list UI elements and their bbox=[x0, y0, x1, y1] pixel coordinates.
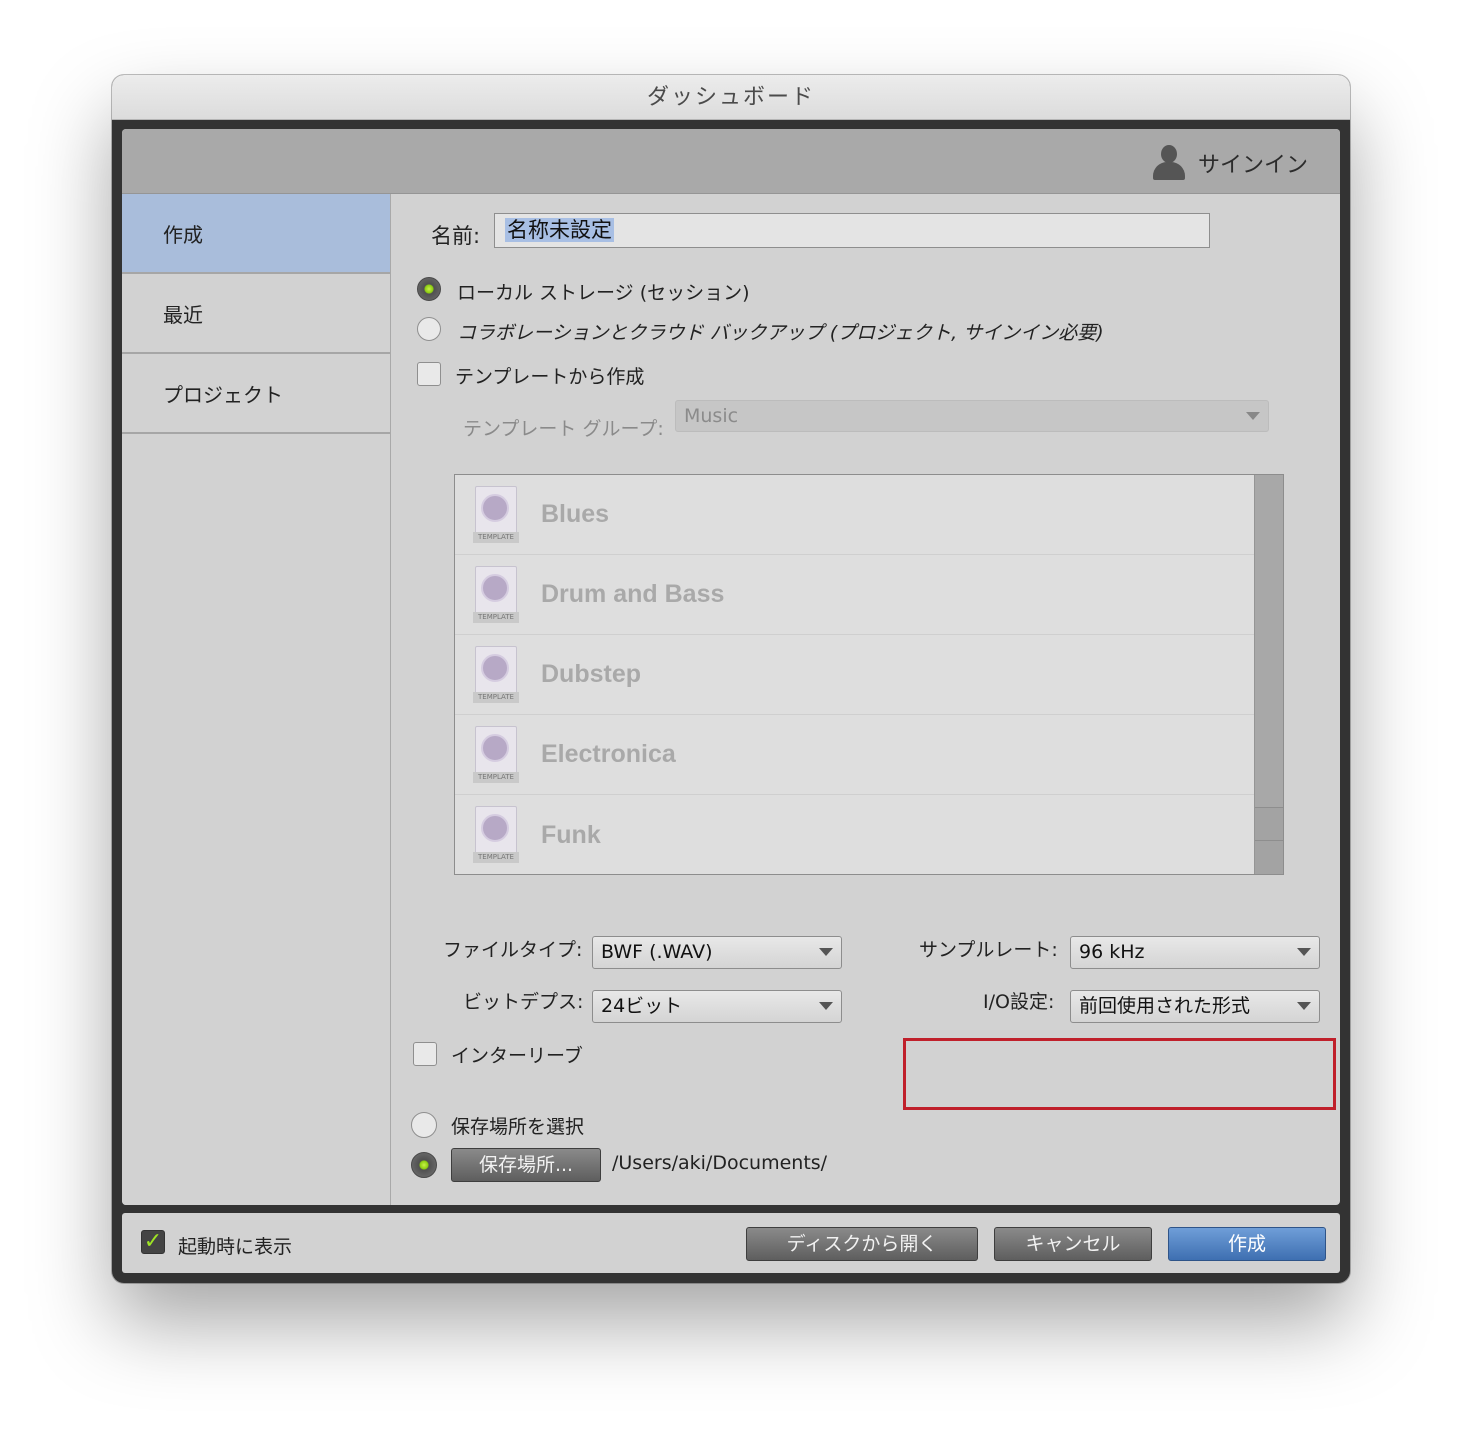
io-settings-value: 前回使用された形式 bbox=[1079, 995, 1251, 1017]
show-on-startup-label: 起動時に表示 bbox=[178, 1236, 293, 1258]
storage-local-label: ローカル ストレージ (セッション) bbox=[457, 282, 750, 304]
create-form: 名前: 名称未設定 ローカル ストレージ (セッション) コラボレーションとクラ… bbox=[391, 194, 1340, 1205]
template-name: Funk bbox=[541, 820, 601, 849]
template-group-select[interactable]: Music bbox=[675, 400, 1269, 432]
bit-depth-value: 24ビット bbox=[601, 995, 683, 1017]
signin-label: サインイン bbox=[1197, 153, 1308, 178]
bit-depth-label: ビットデプス: bbox=[463, 991, 584, 1013]
name-value: 名称未設定 bbox=[505, 218, 614, 242]
top-bar: サインイン bbox=[122, 129, 1340, 194]
list-item[interactable]: TEMPLATE Funk bbox=[455, 795, 1283, 875]
name-label: 名前: bbox=[431, 224, 481, 248]
template-checkbox[interactable] bbox=[417, 362, 441, 386]
location-path: /Users/aki/Documents/ bbox=[612, 1152, 828, 1174]
list-item[interactable]: TEMPLATE Blues bbox=[455, 475, 1283, 555]
dashboard-window: ダッシュボード サインイン 作成 最近 プロジェクト 名前: 名称未設定 ローカ… bbox=[112, 75, 1350, 1283]
sidebar-item-create[interactable]: 作成 bbox=[122, 194, 390, 274]
chevron-down-icon bbox=[1297, 948, 1311, 956]
sample-rate-label: サンプルレート: bbox=[919, 939, 1058, 961]
choose-location-radio[interactable] bbox=[411, 1112, 437, 1138]
template-file-icon: TEMPLATE bbox=[473, 565, 519, 624]
bit-depth-dropdown[interactable]: 24ビット bbox=[592, 990, 842, 1023]
file-type-dropdown[interactable]: BWF (.WAV) bbox=[592, 936, 842, 969]
template-name: Electronica bbox=[541, 740, 676, 768]
signin-button[interactable]: サインイン bbox=[1152, 143, 1308, 183]
template-group-value: Music bbox=[684, 405, 739, 427]
name-input[interactable]: 名称未設定 bbox=[494, 213, 1210, 248]
template-file-icon: TEMPLATE bbox=[473, 645, 519, 704]
footer-bar: ✓ 起動時に表示 ディスクから開く キャンセル 作成 bbox=[122, 1213, 1340, 1273]
io-settings-dropdown[interactable]: 前回使用された形式 bbox=[1070, 990, 1320, 1023]
chevron-down-icon bbox=[819, 1002, 833, 1010]
scroll-up-button[interactable] bbox=[1255, 807, 1283, 840]
interleave-label: インターリーブ bbox=[451, 1045, 583, 1067]
location-button[interactable]: 保存場所... bbox=[451, 1148, 601, 1182]
list-item[interactable]: TEMPLATE Dubstep bbox=[455, 635, 1283, 715]
template-list-scrollbar[interactable] bbox=[1254, 475, 1283, 874]
template-name: Dubstep bbox=[541, 660, 641, 688]
sidebar-item-project[interactable]: プロジェクト bbox=[122, 354, 390, 434]
template-file-icon: TEMPLATE bbox=[473, 806, 519, 864]
interleave-checkbox[interactable] bbox=[413, 1042, 437, 1066]
template-name: Drum and Bass bbox=[541, 580, 725, 608]
sample-rate-dropdown[interactable]: 96 kHz bbox=[1070, 936, 1320, 969]
template-file-icon: TEMPLATE bbox=[473, 485, 519, 544]
default-location-radio[interactable] bbox=[411, 1152, 437, 1178]
storage-cloud-radio[interactable] bbox=[417, 317, 441, 341]
template-name: Blues bbox=[541, 500, 610, 528]
chevron-down-icon bbox=[819, 948, 833, 956]
storage-local-radio[interactable] bbox=[417, 277, 441, 301]
file-type-value: BWF (.WAV) bbox=[601, 941, 713, 963]
io-settings-label: I/O設定: bbox=[983, 991, 1055, 1013]
template-checkbox-label: テンプレートから作成 bbox=[455, 366, 645, 388]
chevron-down-icon bbox=[1246, 412, 1260, 420]
file-type-label: ファイルタイプ: bbox=[443, 939, 583, 961]
show-on-startup-checkbox[interactable]: ✓ bbox=[141, 1230, 165, 1254]
storage-cloud-label: コラボレーションとクラウド バックアップ (プロジェクト, サインイン必要) bbox=[457, 322, 1104, 344]
dashboard-panel: サインイン 作成 最近 プロジェクト 名前: 名称未設定 ローカル ストレージ … bbox=[122, 129, 1340, 1205]
sidebar-item-recent[interactable]: 最近 bbox=[122, 274, 390, 354]
sample-rate-highlight bbox=[903, 1038, 1336, 1110]
sidebar-item-label: プロジェクト bbox=[163, 382, 283, 407]
template-file-icon: TEMPLATE bbox=[473, 725, 519, 784]
create-button[interactable]: 作成 bbox=[1168, 1227, 1326, 1261]
sidebar-item-label: 作成 bbox=[163, 222, 203, 247]
cancel-button[interactable]: キャンセル bbox=[994, 1227, 1152, 1261]
template-group-label: テンプレート グループ: bbox=[463, 418, 664, 440]
user-icon bbox=[1152, 145, 1186, 181]
sidebar-item-label: 最近 bbox=[163, 302, 203, 327]
list-item[interactable]: TEMPLATE Electronica bbox=[455, 715, 1283, 795]
template-list: TEMPLATE Blues TEMPLATE Drum and Bass TE… bbox=[454, 474, 1284, 875]
window-title: ダッシュボード bbox=[112, 75, 1350, 120]
choose-location-label: 保存場所を選択 bbox=[451, 1116, 585, 1138]
sample-rate-value: 96 kHz bbox=[1079, 941, 1145, 963]
scroll-down-button[interactable] bbox=[1255, 840, 1283, 874]
sidebar: 作成 最近 プロジェクト bbox=[122, 194, 391, 1205]
open-from-disk-button[interactable]: ディスクから開く bbox=[746, 1227, 978, 1261]
list-item[interactable]: TEMPLATE Drum and Bass bbox=[455, 555, 1283, 635]
chevron-down-icon bbox=[1297, 1002, 1311, 1010]
